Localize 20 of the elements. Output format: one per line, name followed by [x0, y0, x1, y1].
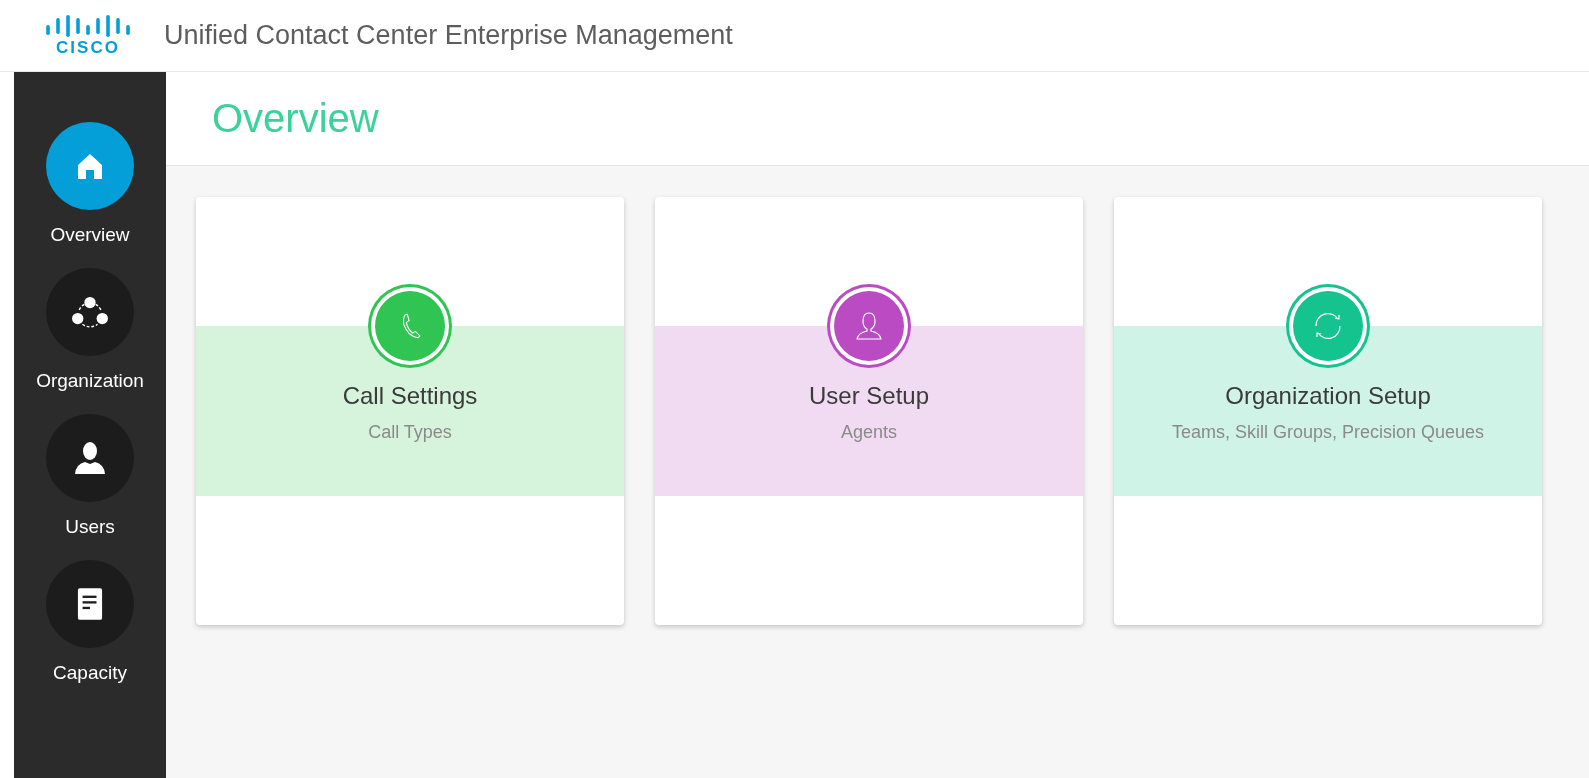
- card[interactable]: Call Settings Call Types: [196, 197, 624, 625]
- card-title: User Setup: [808, 382, 930, 410]
- home-icon: [75, 151, 105, 181]
- nav-item[interactable]: Capacity: [46, 560, 134, 684]
- nav-item[interactable]: Overview: [46, 122, 134, 246]
- cisco-logo: CISCO: [42, 14, 134, 57]
- card-subtitle: Agents: [840, 422, 897, 443]
- nav-item[interactable]: Users: [46, 414, 134, 538]
- network-icon: [71, 295, 109, 329]
- card-title: Organization Setup: [1225, 382, 1431, 410]
- user-icon: [72, 440, 108, 476]
- card[interactable]: Organization Setup Teams, Skill Groups, Precision Queues: [1114, 197, 1542, 625]
- card-title: Call Settings: [342, 382, 478, 410]
- page-title: Overview: [212, 96, 379, 141]
- card-subtitle: Call Types: [368, 422, 452, 443]
- app-title: Unified Contact Center Enterprise Management: [164, 20, 733, 51]
- nav-item[interactable]: Organization: [36, 268, 144, 392]
- document-icon: [77, 586, 103, 622]
- card[interactable]: User Setup Agents: [655, 197, 1083, 625]
- card-subtitle: Teams, Skill Groups, Precision Queues: [1171, 422, 1485, 443]
